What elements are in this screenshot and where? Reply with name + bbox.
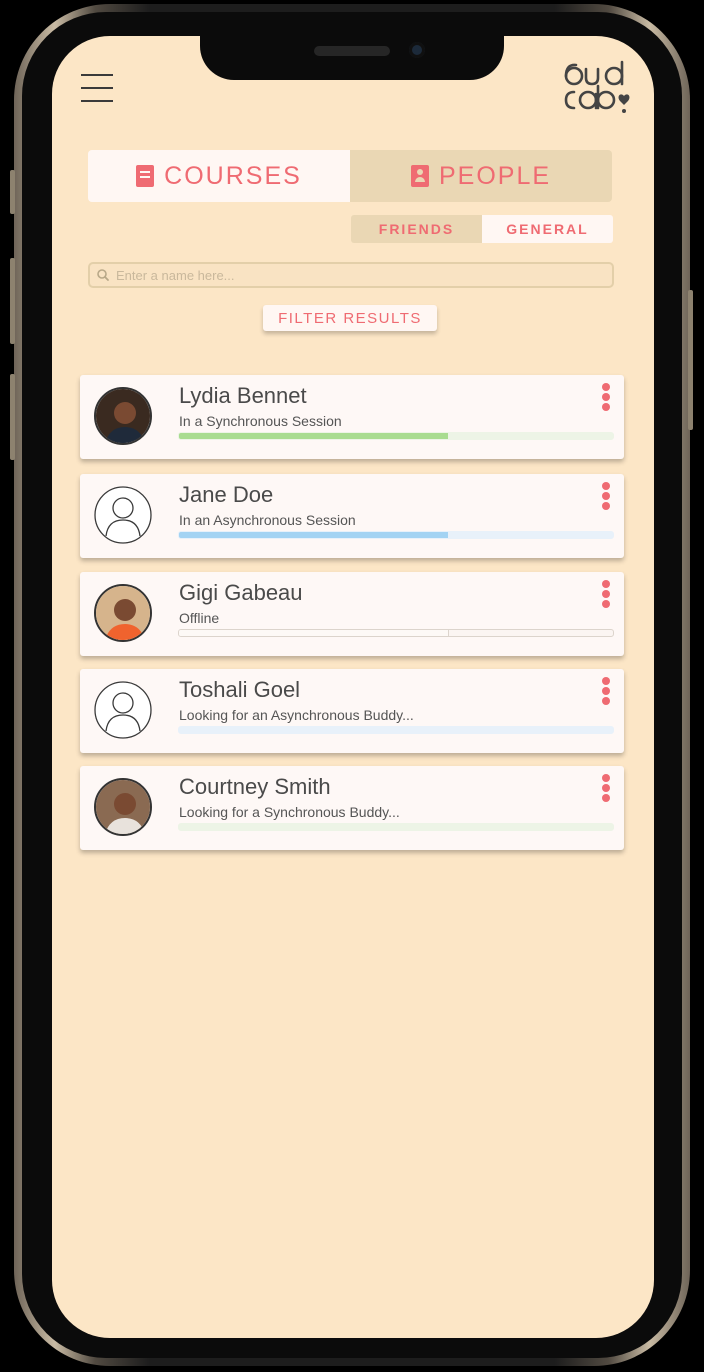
budlab-logo (564, 60, 630, 113)
more-options-icon[interactable] (599, 482, 613, 512)
avatar-placeholder-icon (94, 486, 152, 544)
status-progress-fill (179, 630, 450, 636)
avatar-photo (94, 584, 152, 642)
person-status: Looking for an Asynchronous Buddy... (179, 707, 414, 723)
more-options-icon[interactable] (599, 677, 613, 707)
person-card[interactable]: Courtney Smith Looking for a Synchronous … (80, 766, 624, 850)
contacts-icon (410, 165, 429, 187)
person-card[interactable]: Gigi Gabeau Offline (80, 572, 624, 656)
person-card[interactable]: Lydia Bennet In a Synchronous Session (80, 375, 624, 459)
volume-up-button (10, 258, 15, 344)
hamburger-menu-icon[interactable] (81, 73, 113, 103)
person-name: Courtney Smith (179, 774, 331, 799)
people-subtab-switcher: FRIENDS GENERAL (351, 215, 613, 243)
avatar-placeholder-icon (94, 681, 152, 739)
app-screen: COURSES PEOPLE FRIENDS GENERAL FILTER RE… (52, 36, 654, 1338)
more-options-icon[interactable] (599, 774, 613, 804)
main-tab-switcher: COURSES PEOPLE (88, 150, 612, 202)
search-bar (88, 262, 614, 288)
notch (200, 36, 504, 80)
tab-courses-label: COURSES (164, 161, 302, 190)
status-progress-bar (178, 726, 614, 734)
front-camera (409, 42, 425, 58)
more-options-icon[interactable] (599, 383, 613, 413)
person-status: Offline (179, 610, 220, 626)
person-status: In a Synchronous Session (179, 413, 342, 429)
status-progress-bar (178, 823, 614, 831)
silent-switch (10, 170, 15, 214)
status-progress-bar (178, 531, 614, 539)
book-icon (136, 165, 155, 187)
person-name: Lydia Bennet (179, 383, 307, 408)
status-progress-fill (179, 433, 449, 439)
subtab-friends[interactable]: FRIENDS (351, 215, 482, 243)
subtab-general[interactable]: GENERAL (482, 215, 613, 243)
status-progress-bar (178, 629, 614, 637)
person-status: Looking for a Synchronous Buddy... (179, 804, 400, 820)
tab-courses[interactable]: COURSES (88, 150, 350, 202)
search-input[interactable] (116, 265, 612, 285)
search-icon (97, 269, 109, 281)
status-progress-bar (178, 432, 614, 440)
power-button (688, 290, 693, 430)
person-name: Toshali Goel (179, 677, 301, 702)
avatar-photo (94, 778, 152, 836)
person-name: Jane Doe (179, 482, 274, 507)
tab-people-label: PEOPLE (438, 161, 552, 190)
avatar-photo (94, 387, 152, 445)
person-name: Gigi Gabeau (179, 580, 303, 605)
person-status: In an Asynchronous Session (179, 512, 356, 528)
tab-people[interactable]: PEOPLE (350, 150, 612, 202)
status-progress-fill (179, 532, 449, 538)
person-card[interactable]: Jane Doe In an Asynchronous Session (80, 474, 624, 558)
volume-down-button (10, 374, 15, 460)
person-card[interactable]: Toshali Goel Looking for an Asynchronous … (80, 669, 624, 753)
filter-results-button[interactable]: FILTER RESULTS (263, 305, 437, 331)
speaker-grille (314, 46, 390, 56)
more-options-icon[interactable] (599, 580, 613, 610)
